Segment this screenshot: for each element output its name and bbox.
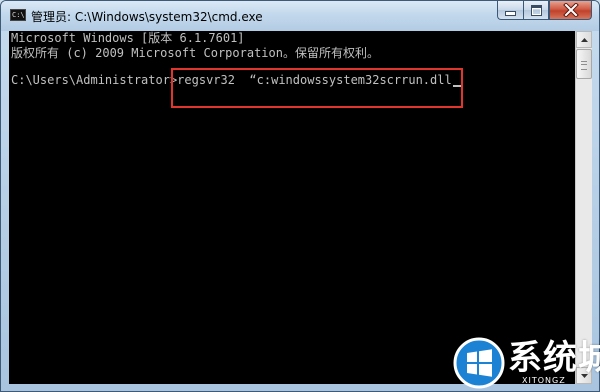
watermark-text: 系统城 <box>508 338 600 378</box>
caption-buttons <box>497 1 592 21</box>
title-bar[interactable]: C:\ 管理员: C:\Windows\system32\cmd.exe <box>1 1 599 31</box>
watermark: 系统城 XITONGZ <box>452 336 600 392</box>
prompt-path: C:\Users\Administrator> <box>11 73 178 87</box>
watermark-subtext: XITONGZ <box>522 376 566 385</box>
close-button[interactable] <box>549 1 592 20</box>
cmd-icon-text: C:\ <box>12 11 25 19</box>
cmd-window: C:\ 管理员: C:\Windows\system32\cmd.exe Mic… <box>0 0 600 392</box>
minimize-button[interactable] <box>497 1 523 20</box>
console-version-line: Microsoft Windows [版本 6.1.7601] <box>11 31 245 45</box>
minimize-icon <box>505 11 516 16</box>
cmd-icon: C:\ <box>10 9 26 21</box>
scroll-thumb[interactable] <box>576 49 592 79</box>
window-title: 管理员: C:\Windows\system32\cmd.exe <box>31 10 263 24</box>
scroll-thumb-grip <box>581 61 587 70</box>
console-area[interactable]: Microsoft Windows [版本 6.1.7601] 版权所有 (c)… <box>9 31 575 384</box>
windows-logo-icon <box>453 337 505 389</box>
command-highlight-box <box>171 68 463 108</box>
console-copyright-line: 版权所有 (c) 2009 Microsoft Corporation。保留所有… <box>11 46 379 60</box>
maximize-icon <box>530 4 542 16</box>
arrow-up-icon <box>580 37 588 42</box>
close-icon <box>562 3 579 17</box>
maximize-button[interactable] <box>523 1 549 20</box>
vertical-scrollbar[interactable] <box>575 31 592 384</box>
scroll-up-button[interactable] <box>576 31 592 48</box>
